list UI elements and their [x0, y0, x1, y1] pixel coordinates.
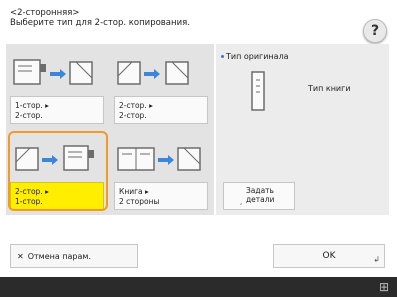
option-book-to-2-button[interactable]: Книга ▸ 2 стороны	[114, 136, 208, 210]
original-type-panel: Тип оригинала Тип книги Задать детали ,	[216, 44, 389, 215]
status-bar-icon: ⊞	[378, 280, 389, 294]
cancel-settings-button[interactable]: ✕ Отмена парам.	[10, 244, 138, 268]
cancel-settings-label: Отмена парам.	[27, 251, 91, 261]
option-1-to-2-button[interactable]: 1-стор. ▸ 2-стор.	[10, 50, 104, 124]
option-1-to-2-label: 1-стор. ▸ 2-стор.	[10, 96, 104, 124]
option-book-to-2-label-line1: Книга ▸	[119, 187, 149, 196]
book-orientation-icon	[251, 71, 265, 111]
option-1-to-2-label-line2: 2-стор.	[15, 111, 43, 120]
details-corner-icon: ,	[240, 198, 243, 206]
option-2-to-2-label-line2: 2-стор.	[119, 111, 147, 120]
option-book-to-2-label-line2: 2 стороны	[119, 197, 160, 206]
set-details-label-line1: Задать	[246, 186, 274, 195]
option-2-to-2-icon	[114, 50, 208, 94]
close-icon: ✕	[17, 251, 24, 261]
option-book-to-2-icon	[114, 136, 208, 180]
ok-label: OK	[322, 251, 336, 261]
book-icon	[117, 147, 201, 171]
option-2-to-2-button[interactable]: 2-стор. ▸ 2-стор.	[114, 50, 208, 124]
enter-icon: ↲	[373, 255, 380, 264]
original-type-title: Тип оригинала	[221, 52, 289, 61]
option-book-to-2-label: Книга ▸ 2 стороны	[114, 182, 208, 210]
page-one-sided-icon	[13, 59, 93, 85]
help-button[interactable]: ?	[363, 19, 387, 43]
option-2-to-2-label-line1: 2-стор. ▸	[119, 101, 153, 110]
status-bar: ⊞	[0, 277, 397, 297]
page-two-sided-icon	[117, 61, 189, 85]
option-1-to-2-label-line1: 1-стор. ▸	[15, 101, 49, 110]
header-title: <2-сторонняя>	[10, 8, 80, 18]
header-subtitle: Выберите тип для 2-стор. копирования.	[10, 18, 190, 28]
option-2-to-2-label: 2-стор. ▸ 2-стор.	[114, 96, 208, 124]
ok-button[interactable]: OK ↲	[273, 244, 385, 268]
selected-option-highlight	[8, 131, 108, 211]
set-details-label-line2: детали	[246, 195, 275, 204]
book-type-label: Тип книги	[308, 84, 351, 93]
option-1-to-2-icon	[10, 50, 104, 94]
set-details-button[interactable]: Задать детали ,	[223, 182, 295, 210]
